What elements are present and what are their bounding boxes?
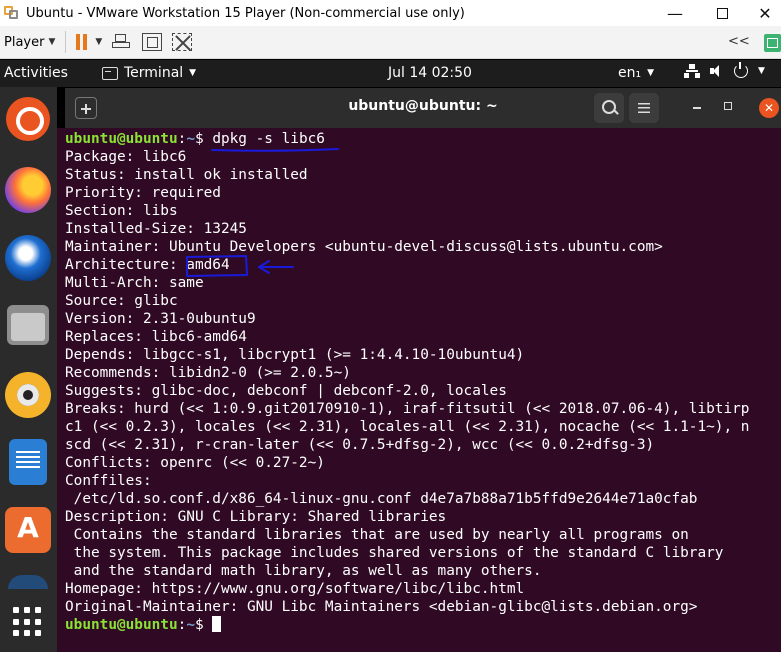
prompt-symbol: $ bbox=[194, 617, 213, 633]
output-line: Multi-Arch: same bbox=[65, 275, 204, 291]
player-menu-label: Player bbox=[4, 34, 45, 50]
library-tab-icon[interactable] bbox=[764, 34, 781, 52]
output-line: Homepage: https://www.gnu.org/software/l… bbox=[65, 581, 525, 597]
output-line: Depends: libgcc-s1, libcrypt1 (>= 1:4.4.… bbox=[65, 347, 525, 363]
text-cursor bbox=[212, 616, 222, 632]
ubuntu-software-icon[interactable] bbox=[5, 507, 51, 553]
input-language-label: en₁ bbox=[618, 65, 642, 81]
vmware-toolbar: Player ▼ ▼ bbox=[0, 26, 781, 59]
terminal-output[interactable]: ubuntu@ubuntu:~$ dpkg -s libc6 Package: … bbox=[57, 128, 781, 652]
system-tray[interactable]: ▼ bbox=[684, 62, 765, 78]
chevron-down-icon: ▼ bbox=[647, 68, 655, 78]
send-ctrl-alt-del-icon[interactable] bbox=[112, 33, 132, 51]
output-line: the system. This package includes shared… bbox=[65, 545, 724, 561]
show-applications-icon[interactable] bbox=[13, 607, 43, 637]
prompt-symbol: $ bbox=[194, 131, 213, 147]
prompt-path: ~ bbox=[186, 131, 195, 147]
output-line: Package: libc6 bbox=[65, 149, 187, 165]
input-language-menu[interactable]: en₁ ▼ bbox=[618, 65, 654, 81]
firefox-icon[interactable] bbox=[5, 167, 51, 213]
final-prompt-line: ubuntu@ubuntu:~$ bbox=[65, 616, 749, 634]
terminal-title: ubuntu@ubuntu: ~ bbox=[348, 98, 498, 114]
prompt-user: ubuntu@ubuntu bbox=[65, 617, 178, 633]
chevron-down-icon: ▼ bbox=[189, 68, 197, 78]
thunderbird-icon[interactable] bbox=[5, 235, 51, 281]
overflow-chevron-icon[interactable]: << bbox=[728, 34, 750, 49]
app-menu[interactable]: Terminal ▼ bbox=[102, 65, 196, 81]
prompt-separator: : bbox=[177, 617, 187, 633]
app-icon-partial[interactable] bbox=[8, 575, 48, 589]
prompt-separator: : bbox=[177, 131, 187, 147]
search-button[interactable] bbox=[594, 93, 624, 123]
command-text: dpkg -s libc6 bbox=[212, 131, 325, 147]
full-screen-icon[interactable] bbox=[142, 33, 163, 51]
network-icon bbox=[684, 64, 700, 78]
rhythmbox-icon[interactable] bbox=[5, 372, 51, 418]
output-line: Version: 2.31-0ubuntu9 bbox=[65, 311, 256, 327]
output-line: Section: libs bbox=[65, 203, 178, 219]
output-line: Installed-Size: 13245 bbox=[65, 221, 247, 237]
command-output: Package: libc6 Status: install ok install… bbox=[65, 148, 749, 616]
command-line: ubuntu@ubuntu:~$ dpkg -s libc6 bbox=[65, 130, 749, 148]
close-window-button[interactable]: ✕ bbox=[742, 0, 781, 26]
output-line: Conffiles: bbox=[65, 473, 152, 489]
output-line: Recommends: libidn2-0 (>= 2.0.5~) bbox=[65, 365, 351, 381]
volume-icon bbox=[710, 64, 724, 78]
output-line: Breaks: hurd (<< 1:0.9.git20170910-1), i… bbox=[65, 401, 750, 417]
power-icon bbox=[734, 62, 748, 78]
vmware-logo-icon bbox=[4, 6, 20, 20]
chevron-down-icon: ▼ bbox=[48, 37, 56, 47]
dock bbox=[0, 87, 57, 652]
unity-icon[interactable] bbox=[172, 33, 193, 51]
output-line: Contains the standard libraries that are… bbox=[65, 527, 689, 543]
player-menu[interactable]: Player ▼ bbox=[4, 35, 55, 50]
help-icon[interactable] bbox=[6, 97, 50, 141]
output-line: Source: glibc bbox=[65, 293, 178, 309]
vmware-titlebar: Ubuntu - VMware Workstation 15 Player (N… bbox=[0, 0, 781, 26]
toolbar-divider bbox=[65, 31, 67, 53]
output-line: scd (<< 2.31), r-cran-later (<< 0.7.5+df… bbox=[65, 437, 655, 453]
chevron-down-icon: ▼ bbox=[758, 66, 765, 76]
maximize-button[interactable] bbox=[699, 0, 745, 26]
maximize-icon bbox=[716, 7, 728, 19]
prompt-path: ~ bbox=[186, 617, 195, 633]
clock[interactable]: Jul 14 02:50 bbox=[388, 65, 472, 81]
maximize-icon[interactable] bbox=[724, 102, 732, 110]
window-title: Ubuntu - VMware Workstation 15 Player (N… bbox=[26, 5, 465, 21]
output-line: and the standard math library, as well a… bbox=[65, 563, 542, 579]
hamburger-menu-button[interactable] bbox=[629, 93, 659, 123]
output-line: Suggests: glibc-doc, debconf | debconf-2… bbox=[65, 383, 507, 399]
minimize-icon[interactable] bbox=[693, 107, 701, 109]
app-menu-label: Terminal bbox=[124, 65, 184, 81]
output-line: Conflicts: openrc (<< 0.27-2~) bbox=[65, 455, 325, 471]
output-line: Original-Maintainer: GNU Libc Maintainer… bbox=[65, 599, 698, 615]
output-line: Status: install ok installed bbox=[65, 167, 308, 183]
prompt-user: ubuntu@ubuntu bbox=[65, 131, 178, 147]
terminal-headerbar: ubuntu@ubuntu: ~ ✕ bbox=[65, 88, 781, 128]
gnome-top-bar: Activities Terminal ▼ Jul 14 02:50 en₁ ▼… bbox=[0, 60, 781, 87]
output-line: /etc/ld.so.conf.d/x86_64-linux-gnu.conf … bbox=[65, 491, 698, 507]
output-line: Description: GNU C Library: Shared libra… bbox=[65, 509, 447, 525]
output-line: c1 (<< 0.2.3), locales (<< 2.31), locale… bbox=[65, 419, 750, 435]
close-terminal-button[interactable]: ✕ bbox=[759, 98, 779, 118]
libreoffice-writer-icon[interactable] bbox=[9, 439, 47, 485]
output-line: Architecture: amd64 bbox=[65, 257, 230, 273]
activities-button[interactable]: Activities bbox=[4, 65, 68, 81]
minimize-button[interactable]: — bbox=[652, 0, 698, 26]
terminal-lines: ubuntu@ubuntu:~$ dpkg -s libc6 Package: … bbox=[65, 130, 749, 634]
files-icon[interactable] bbox=[7, 305, 49, 345]
output-line: Maintainer: Ubuntu Developers <ubuntu-de… bbox=[65, 239, 663, 255]
pause-dropdown-icon[interactable]: ▼ bbox=[95, 37, 102, 47]
terminal-icon bbox=[102, 66, 118, 80]
output-line: Priority: required bbox=[65, 185, 221, 201]
output-line: Replaces: libc6-amd64 bbox=[65, 329, 247, 345]
pause-icon[interactable] bbox=[76, 34, 88, 50]
